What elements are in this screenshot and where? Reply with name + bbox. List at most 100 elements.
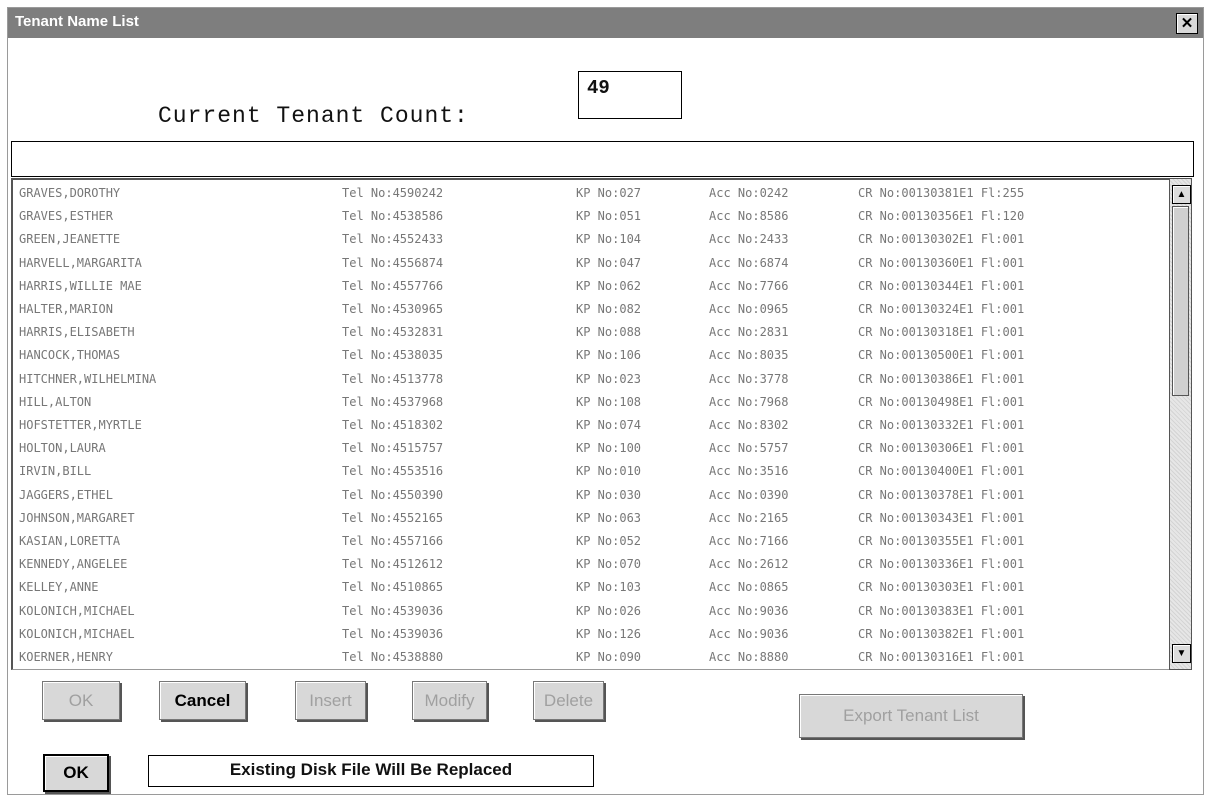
tenant-cr: CR No:00130302E1 Fl:001 (858, 232, 1025, 247)
tenant-name: HARRIS,WILLIE MAE (19, 278, 142, 293)
tenant-tel: Tel No:4538880 (342, 650, 444, 664)
tenant-acc: Acc No:2831 (709, 325, 789, 340)
tenant-row[interactable]: HARRIS,ELISABETH Tel No:4532831 KP No:088 A… (13, 321, 1163, 344)
tenant-name: HILL,ALTON (19, 394, 92, 409)
tenant-name: GRAVES,ESTHER (19, 209, 113, 224)
tenant-row[interactable]: HOLTON,LAURA Tel No:4515757 KP No:100 Acc N… (13, 437, 1163, 460)
tenant-kp: KP No:047 (576, 255, 642, 270)
tenant-tel: Tel No:4538586 (342, 209, 444, 224)
tenant-row[interactable]: HARRIS,WILLIE MAE Tel No:4557766 KP No:062… (13, 275, 1163, 298)
tenant-tel: Tel No:4512612 (342, 557, 444, 572)
tenant-row[interactable]: GRAVES,ESTHER Tel No:4538586 KP No:051 Acc … (13, 205, 1163, 228)
tenant-row[interactable]: KENNEDY,ANGELEE Tel No:4512612 KP No:070 Ac… (13, 553, 1163, 576)
tenant-kp: KP No:030 (576, 487, 642, 502)
tenant-row[interactable]: KASIAN,LORETTA Tel No:4557166 KP No:052 Acc… (13, 530, 1163, 553)
scroll-thumb[interactable] (1172, 206, 1189, 396)
tenant-cr: CR No:00130500E1 Fl:001 (858, 348, 1025, 363)
tenant-cr: CR No:00130378E1 Fl:001 (858, 487, 1025, 502)
tenant-row[interactable]: HALTER,MARION Tel No:4530965 KP No:082 Acc … (13, 298, 1163, 321)
tenant-tel: Tel No:4537968 (342, 394, 444, 409)
ok-button[interactable]: OK (42, 681, 120, 720)
tenant-cr: CR No:00130383E1 Fl:001 (858, 603, 1025, 618)
tenant-cr: CR No:00130318E1 Fl:001 (858, 325, 1025, 340)
tenant-acc: Acc No:7166 (709, 534, 789, 548)
tenant-acc: Acc No:9036 (709, 603, 789, 618)
insert-button[interactable]: Insert (295, 681, 366, 720)
tenant-acc: Acc No:0242 (709, 186, 789, 200)
tenant-kp: KP No:090 (576, 650, 642, 664)
tenant-tel: Tel No:4513778 (342, 371, 444, 386)
tenant-tel: Tel No:4539036 (342, 603, 444, 618)
tenant-row[interactable]: JAGGERS,ETHEL Tel No:4550390 KP No:030 Acc … (13, 484, 1163, 507)
arrow-down-icon: ▼ (1176, 647, 1187, 659)
tenant-acc: Acc No:7968 (709, 394, 789, 409)
tenant-kp: KP No:082 (576, 302, 642, 316)
tenant-tel: Tel No:4515757 (342, 441, 444, 456)
tenant-cr: CR No:00130355E1 Fl:001 (858, 534, 1025, 548)
cancel-button[interactable]: Cancel (159, 681, 246, 720)
tenant-acc: Acc No:3778 (709, 371, 789, 386)
tenant-tel: Tel No:4552165 (342, 510, 444, 525)
tenant-acc: Acc No:7766 (709, 278, 789, 293)
tenant-row[interactable]: HOFSTETTER,MYRTLE Tel No:4518302 KP No:074… (13, 414, 1163, 437)
tenant-name: GREEN,JEANETTE (19, 232, 121, 247)
tenant-name: IRVIN,BILL (19, 464, 92, 479)
tenant-tel: Tel No:4538035 (342, 348, 444, 363)
tenant-acc: Acc No:0865 (709, 580, 789, 595)
close-button[interactable]: ✕ (1176, 13, 1198, 34)
close-icon: ✕ (1180, 15, 1194, 32)
tenant-acc: Acc No:8302 (709, 418, 789, 432)
tenant-cr: CR No:00130336E1 Fl:001 (858, 557, 1025, 572)
tenant-tel: Tel No:4539036 (342, 626, 444, 641)
tenant-acc: Acc No:6874 (709, 255, 789, 270)
tenant-cr: CR No:00130343E1 Fl:001 (858, 510, 1025, 525)
tenant-name: GRAVES,DOROTHY (19, 186, 121, 200)
tenant-name: KOLONICH,MICHAEL (19, 603, 135, 618)
tenant-row[interactable]: HARVELL,MARGARITA Tel No:4556874 KP No:047… (13, 252, 1163, 275)
modify-button[interactable]: Modify (412, 681, 487, 720)
tenant-tel: Tel No:4550390 (342, 487, 444, 502)
delete-button[interactable]: Delete (533, 681, 604, 720)
tenant-acc: Acc No:3516 (709, 464, 789, 479)
tenant-cr: CR No:00130332E1 Fl:001 (858, 418, 1025, 432)
scroll-up-button[interactable]: ▲ (1172, 185, 1191, 204)
tenant-name: HALTER,MARION (19, 302, 113, 316)
tenant-kp: KP No:027 (576, 186, 642, 200)
tenant-row[interactable]: JOHNSON,MARGARET Tel No:4552165 KP No:063 A… (13, 507, 1163, 530)
tenant-kp: KP No:100 (576, 441, 642, 456)
tenant-row[interactable]: KELLEY,ANNE Tel No:4510865 KP No:103 Acc No… (13, 576, 1163, 599)
tenant-name: HARVELL,MARGARITA (19, 255, 142, 270)
tenant-cr: CR No:00130324E1 Fl:001 (858, 302, 1025, 316)
tenant-name: HITCHNER,WILHELMINA (19, 371, 157, 386)
tenant-name: KENNEDY,ANGELEE (19, 557, 128, 572)
tenant-row[interactable]: GREEN,JEANETTE Tel No:4552433 KP No:104 Acc… (13, 228, 1163, 251)
tenant-kp: KP No:108 (576, 394, 642, 409)
tenant-row[interactable]: HANCOCK,THOMAS Tel No:4538035 KP No:106 Acc… (13, 344, 1163, 367)
tenant-row[interactable]: GRAVES,DOROTHY Tel No:4590242 KP No:027 Acc… (13, 182, 1163, 205)
tenant-count-value: 49 (578, 71, 682, 119)
list-scrollbar[interactable]: ▲ ▼ (1169, 178, 1192, 670)
tenant-name: KASIAN,LORETTA (19, 534, 121, 548)
tenant-list[interactable]: GRAVES,DOROTHY Tel No:4590242 KP No:027 Acc… (11, 178, 1169, 670)
tenant-kp: KP No:103 (576, 580, 642, 595)
tenant-cr: CR No:00130400E1 Fl:001 (858, 464, 1025, 479)
confirm-ok-button[interactable]: OK (43, 754, 109, 792)
scroll-down-button[interactable]: ▼ (1172, 644, 1191, 663)
tenant-row[interactable]: IRVIN,BILL Tel No:4553516 KP No:010 Acc No:… (13, 460, 1163, 483)
tenant-row[interactable]: KOLONICH,MICHAEL Tel No:4539036 KP No:126 A… (13, 623, 1163, 646)
tenant-row[interactable]: KOLONICH,MICHAEL Tel No:4539036 KP No:026 A… (13, 600, 1163, 623)
tenant-cr: CR No:00130316E1 Fl:001 (858, 650, 1025, 664)
tenant-row[interactable]: KOERNER,HENRY Tel No:4538880 KP No:090 Acc … (13, 646, 1163, 669)
tenant-tel: Tel No:4557166 (342, 534, 444, 548)
tenant-row[interactable]: HILL,ALTON Tel No:4537968 KP No:108 Acc No:… (13, 391, 1163, 414)
tenant-row[interactable]: HITCHNER,WILHELMINA Tel No:4513778 KP No:0… (13, 368, 1163, 391)
export-tenant-list-button[interactable]: Export Tenant List (799, 694, 1023, 738)
tenant-name: HARRIS,ELISABETH (19, 325, 135, 340)
tenant-tel: Tel No:4552433 (342, 232, 444, 247)
tenant-count-label: Current Tenant Count: (158, 103, 469, 129)
tenant-kp: KP No:088 (576, 325, 642, 340)
window-title: Tenant Name List (15, 13, 139, 30)
tenant-name: HANCOCK,THOMAS (19, 348, 121, 363)
tenant-search-input[interactable] (11, 141, 1194, 177)
tenant-tel: Tel No:4518302 (342, 418, 444, 432)
